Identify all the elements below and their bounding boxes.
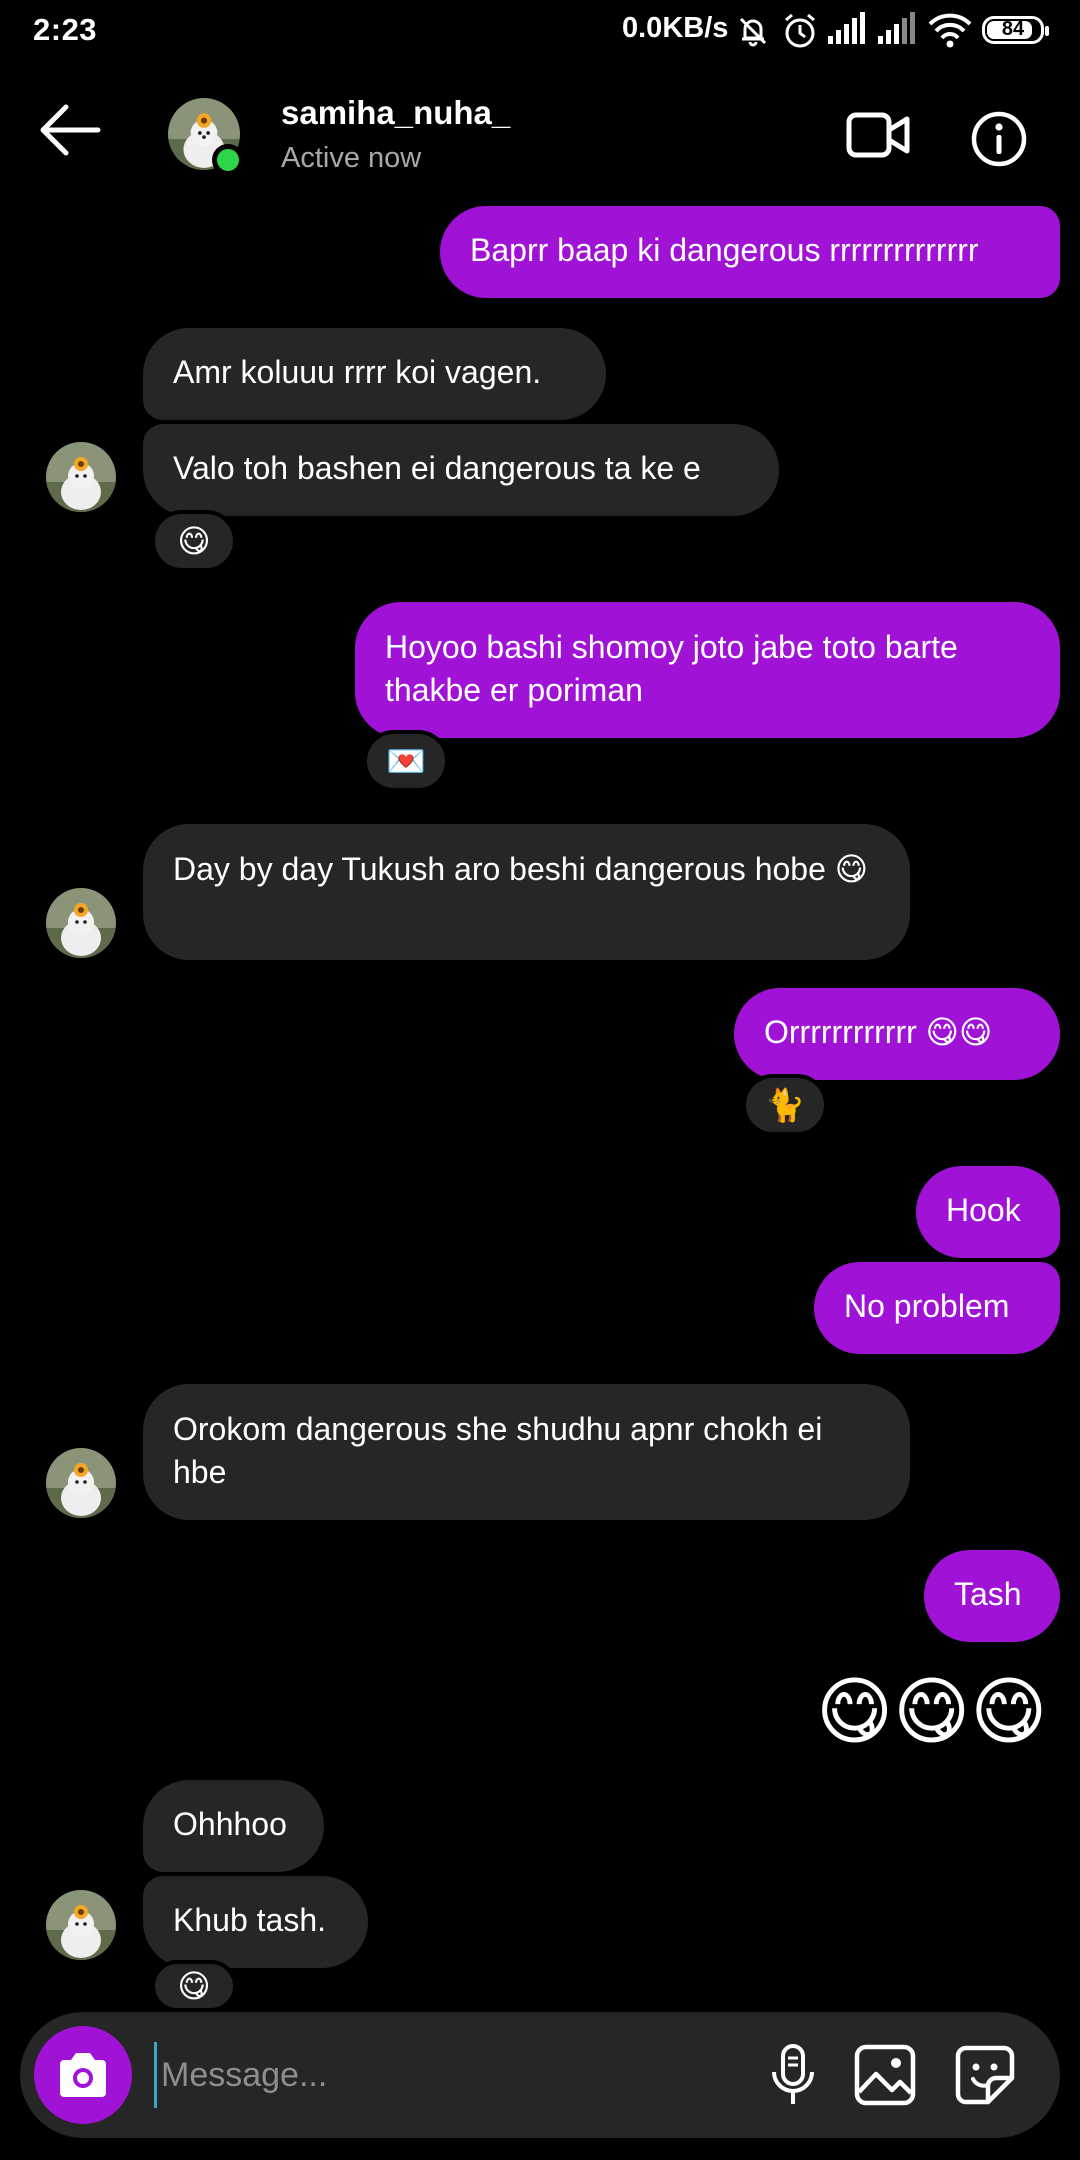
back-arrow-icon[interactable] [38, 102, 102, 158]
avatar[interactable] [46, 888, 116, 958]
sent-message[interactable]: No problem [814, 1262, 1060, 1354]
received-message[interactable]: Valo toh bashen ei dangerous ta ke e [143, 424, 779, 516]
info-icon[interactable] [970, 110, 1028, 168]
received-message[interactable]: Amr koluuu rrrr koi vagen. [143, 328, 606, 420]
mute-icon [739, 17, 767, 47]
camera-button[interactable] [34, 2026, 132, 2124]
message-reaction[interactable]: 💌 [363, 730, 449, 792]
received-message[interactable]: Ohhhoo [143, 1780, 324, 1872]
status-time: 2:23 [33, 12, 98, 47]
avatar[interactable] [46, 1448, 116, 1518]
video-call-icon[interactable] [846, 110, 910, 160]
battery-level: 84 [1001, 18, 1025, 40]
sticker-icon[interactable] [952, 2042, 1018, 2108]
active-status: Active now [281, 142, 422, 174]
chat-username[interactable]: samiha_nuha_ [281, 94, 510, 132]
microphone-icon[interactable] [760, 2042, 826, 2108]
emoji-message[interactable]: 😋😋😋 [816, 1672, 1047, 1752]
battery-icon: 84 [982, 16, 1049, 44]
received-message[interactable]: Day by day Tukush aro beshi dangerous ho… [143, 824, 910, 960]
message-reaction[interactable]: 😋 [151, 510, 237, 572]
alarm-icon [785, 13, 815, 48]
status-bar: 2:23 0.0KB/s 84 [0, 0, 1080, 62]
camera-icon [60, 2053, 106, 2097]
network-speed: 0.0KB/s [622, 12, 729, 44]
avatar[interactable] [46, 442, 116, 512]
message-reaction[interactable]: 🐈 [742, 1074, 828, 1136]
message-reaction[interactable]: 😋 [151, 1960, 237, 2012]
sent-message[interactable]: Hoyoo bashi shomoy joto jabe toto barte … [355, 602, 1060, 738]
sent-message[interactable]: Baprr baap ki dangerous rrrrrrrrrrrrrr [440, 206, 1060, 298]
received-message[interactable]: Khub tash. [143, 1876, 368, 1968]
signal-icon [828, 12, 865, 44]
sent-message[interactable]: Tash [924, 1550, 1060, 1642]
signal-icon-2 [878, 12, 915, 44]
message-composer: Message... [20, 2012, 1060, 2138]
gallery-icon[interactable] [852, 2042, 918, 2108]
sent-message[interactable]: Orrrrrrrrrrrr 😋😋 [734, 988, 1060, 1080]
chat-header: samiha_nuha_ Active now [0, 62, 1080, 212]
sent-message[interactable]: Hook [916, 1166, 1060, 1258]
message-input[interactable]: Message... [154, 2042, 721, 2108]
online-indicator [212, 144, 244, 176]
avatar[interactable] [46, 1890, 116, 1960]
wifi-icon [928, 13, 972, 48]
received-message[interactable]: Orokom dangerous she shudhu apnr chokh e… [143, 1384, 910, 1520]
